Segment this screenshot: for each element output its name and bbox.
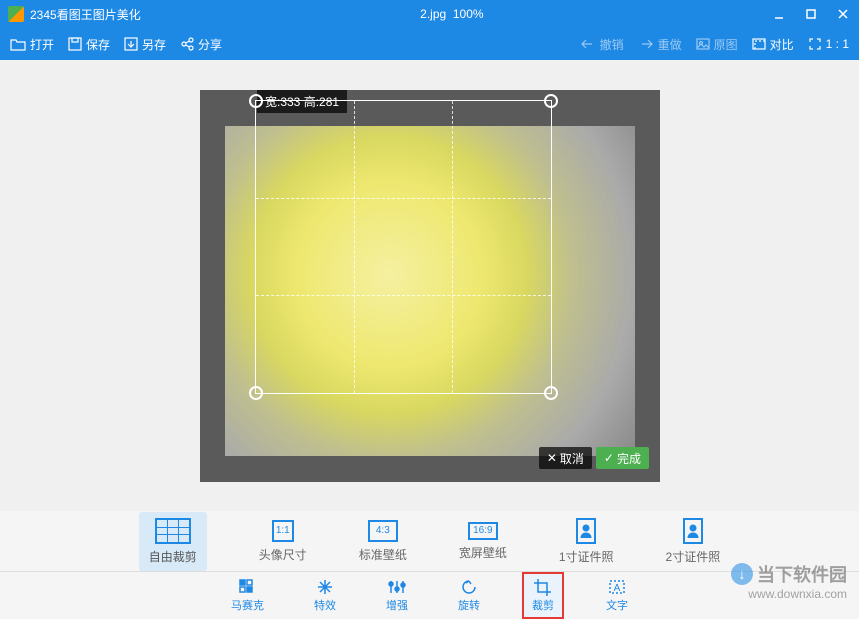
ratio-label: 标准壁纸 xyxy=(359,546,407,563)
ratio-id2[interactable]: 2寸证件照 xyxy=(666,518,721,565)
rotate-icon xyxy=(459,578,479,596)
canvas-area: 宽:333 高:281 ✕取消 ✓完成 xyxy=(0,60,859,511)
minimize-button[interactable] xyxy=(763,0,795,28)
crop-confirm-button[interactable]: ✓完成 xyxy=(596,447,649,469)
undo-label: 撤销 xyxy=(600,36,624,53)
tool-crop[interactable]: 裁剪 xyxy=(522,572,564,619)
tool-enhance[interactable]: 增强 xyxy=(378,574,416,617)
compare-label: 对比 xyxy=(770,36,794,53)
tool-label: 马赛克 xyxy=(231,597,264,613)
open-button[interactable]: 打开 xyxy=(10,36,54,53)
crop-actions: ✕取消 ✓完成 xyxy=(539,447,649,469)
svg-text:A: A xyxy=(614,583,621,594)
open-label: 打开 xyxy=(30,36,54,53)
ratio-label: 1寸证件照 xyxy=(559,548,614,565)
ratio-bar: 自由裁剪 1:1 头像尺寸 4:3 标准壁纸 16:9 宽屏壁纸 1寸证件照 2… xyxy=(0,511,859,571)
compare-button[interactable]: 对比 xyxy=(752,36,794,53)
mosaic-icon xyxy=(238,578,258,596)
main-toolbar: 打开 保存 另存 分享 撤销 重做 原图 对比 1 : 1 xyxy=(0,28,859,60)
crop-handle-br[interactable] xyxy=(544,386,558,400)
sliders-icon xyxy=(387,578,407,596)
tool-text[interactable]: A 文字 xyxy=(598,574,636,617)
save-button[interactable]: 保存 xyxy=(68,36,110,53)
redo-label: 重做 xyxy=(658,36,682,53)
save-label: 保存 xyxy=(86,36,110,53)
crop-handle-bl[interactable] xyxy=(249,386,263,400)
ratio-id1[interactable]: 1寸证件照 xyxy=(559,518,614,565)
ratio-label: 2寸证件照 xyxy=(666,548,721,565)
title-center: 2.jpg 100% xyxy=(141,7,763,21)
tool-label: 文字 xyxy=(606,597,628,613)
app-title: 2345看图王图片美化 xyxy=(30,6,141,23)
text-icon: A xyxy=(607,578,627,596)
tool-label: 增强 xyxy=(386,597,408,613)
app-icon xyxy=(8,6,24,22)
ratio-avatar[interactable]: 1:1 头像尺寸 xyxy=(259,520,307,563)
sparkle-icon xyxy=(315,578,335,596)
maximize-button[interactable] xyxy=(795,0,827,28)
tool-rotate[interactable]: 旋转 xyxy=(450,574,488,617)
crop-confirm-label: 完成 xyxy=(617,450,641,467)
ratio-1-1-icon: 1:1 xyxy=(272,520,294,542)
crop-box[interactable] xyxy=(255,100,552,394)
ratio-4-3-icon: 4:3 xyxy=(368,520,398,542)
titlebar: 2345看图王图片美化 2.jpg 100% xyxy=(0,0,859,28)
crop-icon xyxy=(533,578,553,596)
ratio-label: 头像尺寸 xyxy=(259,546,307,563)
saveas-label: 另存 xyxy=(142,36,166,53)
original-button[interactable]: 原图 xyxy=(696,36,738,53)
original-label: 原图 xyxy=(714,36,738,53)
crop-handle-tr[interactable] xyxy=(544,94,558,108)
tool-label: 裁剪 xyxy=(532,597,554,613)
window-controls xyxy=(763,0,859,28)
close-button[interactable] xyxy=(827,0,859,28)
share-button[interactable]: 分享 xyxy=(180,36,222,53)
ratio-free[interactable]: 自由裁剪 xyxy=(139,512,207,571)
crop-cancel-button[interactable]: ✕取消 xyxy=(539,447,592,469)
close-icon: ✕ xyxy=(547,451,557,465)
scale-label: 1 : 1 xyxy=(826,37,849,51)
zoom-level: 100% xyxy=(453,7,484,21)
tool-mosaic[interactable]: 马赛克 xyxy=(223,574,272,617)
tool-label: 旋转 xyxy=(458,597,480,613)
person-icon xyxy=(576,518,596,544)
crop-handle-tl[interactable] xyxy=(249,94,263,108)
person-icon xyxy=(683,518,703,544)
ratio-label: 宽屏壁纸 xyxy=(459,544,507,561)
crop-cancel-label: 取消 xyxy=(560,450,584,467)
ratio-16-9-icon: 16:9 xyxy=(468,522,498,540)
tool-bar: 马赛克 特效 增强 旋转 裁剪 A 文字 xyxy=(0,571,859,619)
tool-label: 特效 xyxy=(314,597,336,613)
undo-button[interactable]: 撤销 xyxy=(580,36,624,53)
share-label: 分享 xyxy=(198,36,222,53)
redo-button[interactable]: 重做 xyxy=(638,36,682,53)
grid-icon xyxy=(155,518,191,544)
saveas-button[interactable]: 另存 xyxy=(124,36,166,53)
check-icon: ✓ xyxy=(604,451,614,465)
tool-effects[interactable]: 特效 xyxy=(306,574,344,617)
scale-button[interactable]: 1 : 1 xyxy=(808,37,849,51)
ratio-wide[interactable]: 16:9 宽屏壁纸 xyxy=(459,522,507,561)
ratio-label: 自由裁剪 xyxy=(149,548,197,565)
file-name: 2.jpg xyxy=(420,7,446,21)
ratio-standard[interactable]: 4:3 标准壁纸 xyxy=(359,520,407,563)
